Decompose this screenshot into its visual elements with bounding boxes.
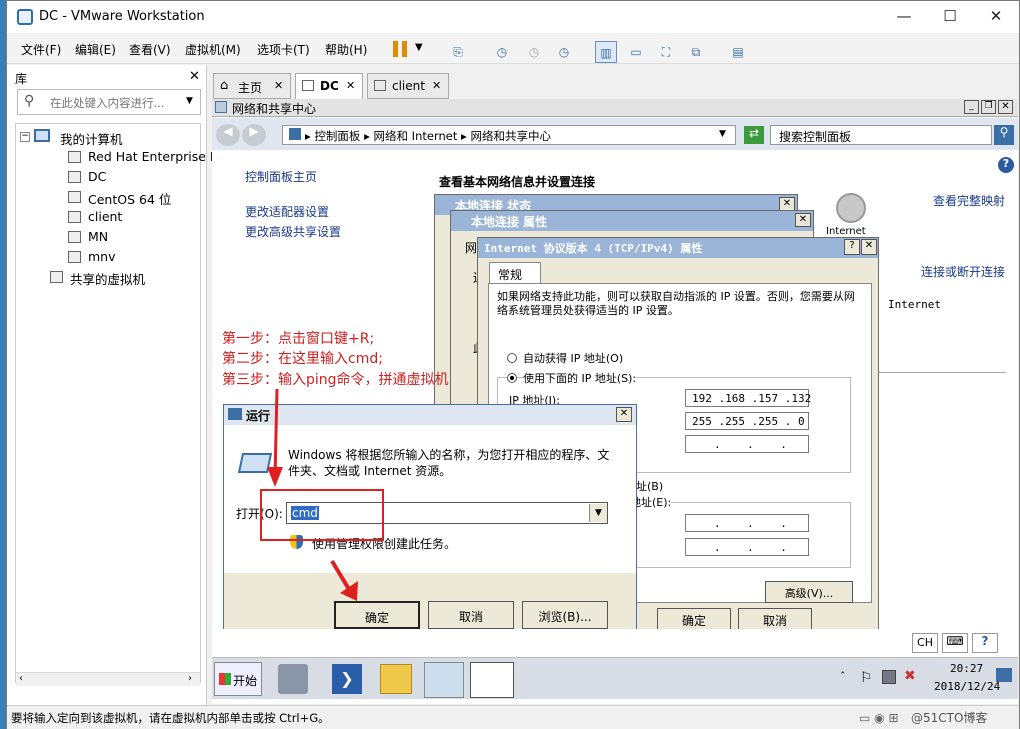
- fullscreen-icon[interactable]: ⛶: [655, 41, 677, 63]
- sidebar-toggle-icon[interactable]: ▥: [595, 41, 617, 63]
- vm-icon: [302, 80, 314, 91]
- chevron-up-icon[interactable]: ˆ: [840, 670, 846, 683]
- keyboard-lang[interactable]: CH: [912, 633, 938, 653]
- windows-logo-icon: [219, 673, 231, 685]
- desktop-strip: [0, 0, 6, 729]
- server-manager-icon[interactable]: [278, 664, 308, 694]
- guest-toolbar: CH ⌨ ?: [212, 629, 1018, 657]
- network-tray-icon[interactable]: [882, 670, 896, 684]
- shared-vm-icon: [50, 271, 63, 283]
- collapse-icon[interactable]: −: [20, 132, 30, 142]
- tab-home-label: 主页: [238, 81, 263, 95]
- vmware-logo-icon: [17, 9, 33, 25]
- close-button[interactable]: ✕: [973, 1, 1019, 33]
- start-button[interactable]: 开始: [214, 662, 262, 696]
- search-icon: ⚲: [24, 93, 35, 109]
- clock-time[interactable]: 20:27: [950, 662, 983, 675]
- menu-bar: 文件(F) 编辑(E) 查看(V) 虚拟机(M) 选项卡(T) 帮助(H) ▼ …: [7, 34, 1019, 64]
- library-search-input[interactable]: ⚲ 在此处键入内容进行... ▼: [17, 89, 201, 115]
- annotation-arrows: [267, 388, 358, 601]
- device-icons[interactable]: ▭ ◉ ⊞: [859, 711, 899, 725]
- close-icon[interactable]: ✕: [274, 79, 283, 92]
- clock-date[interactable]: 2018/12/24: [934, 680, 1000, 693]
- start-label: 开始: [233, 674, 258, 688]
- tab-dc[interactable]: DC ✕: [295, 73, 363, 99]
- close-icon[interactable]: ✕: [346, 79, 355, 92]
- pause-icon[interactable]: [393, 41, 407, 57]
- library-scrollbar[interactable]: ‹ ›: [16, 672, 200, 686]
- send-keys-icon[interactable]: ⎘: [447, 41, 469, 63]
- revert-snapshot-icon[interactable]: ◷: [523, 41, 545, 63]
- vm-icon: [68, 231, 81, 243]
- tree-item-redhat[interactable]: Red Hat Enterprise L: [88, 149, 217, 164]
- chevron-down-icon[interactable]: ▼: [186, 96, 193, 106]
- status-bar: 要将输入定向到该虚拟机，请在虚拟机内部单击或按 Ctrl+G。 ▭ ◉ ⊞ @5…: [7, 705, 1019, 729]
- powershell-icon[interactable]: ❯: [332, 664, 362, 694]
- menu-edit[interactable]: 编辑(E): [75, 41, 116, 58]
- tab-client-label: client: [392, 79, 425, 93]
- tab-home[interactable]: ⌂ 主页 ✕: [213, 73, 291, 99]
- chevron-down-icon[interactable]: ▼: [415, 42, 423, 53]
- vm-tree: − 我的计算机 Red Hat Enterprise L DC CentOS 6…: [15, 123, 217, 686]
- vm-icon: [374, 80, 386, 91]
- tab-dc-label: DC: [320, 79, 339, 93]
- tree-item-mnv[interactable]: mnv: [88, 249, 116, 264]
- library-title: 库: [15, 72, 28, 86]
- menu-file[interactable]: 文件(F): [21, 41, 61, 58]
- vm-icon: [68, 191, 81, 203]
- run-task-icon[interactable]: [470, 662, 514, 698]
- tree-shared[interactable]: 共享的虚拟机: [70, 269, 145, 288]
- menu-tabs[interactable]: 选项卡(T): [257, 41, 310, 58]
- network-app-icon[interactable]: [424, 662, 464, 698]
- guest-screen[interactable]: 网络和共享中心 _ ❐ ✕ ◀ ▶ ▸ 控制面板 ▸ 网络和 Internet …: [212, 99, 1018, 704]
- volume-icon[interactable]: ✖: [904, 668, 916, 684]
- console-view-icon[interactable]: ▭: [625, 41, 647, 63]
- library-panel: 库 ✕ ⚲ 在此处键入内容进行... ▼ − 我的计算机 Red Hat Ent…: [7, 65, 217, 707]
- vm-icon: [68, 251, 81, 263]
- help-icon[interactable]: ?: [972, 633, 998, 653]
- guest-taskbar: 开始 ❯ ˆ ⚐ ✖ 20:27 2018/12/24: [212, 657, 1018, 699]
- keyboard-icon[interactable]: ⌨: [942, 633, 968, 653]
- snapshot-manager-icon[interactable]: ◷: [553, 41, 575, 63]
- thumbnail-icon[interactable]: ▤: [727, 41, 749, 63]
- explorer-icon[interactable]: [380, 664, 412, 694]
- vm-icon: [68, 211, 81, 223]
- close-icon[interactable]: ✕: [432, 79, 441, 92]
- vm-icon: [68, 171, 81, 183]
- watermark: @51CTO博客: [911, 711, 988, 725]
- tree-item-dc[interactable]: DC: [88, 169, 106, 184]
- tab-client[interactable]: client ✕: [367, 73, 449, 99]
- maximize-button[interactable]: ☐: [927, 1, 973, 33]
- menu-view[interactable]: 查看(V): [129, 41, 171, 58]
- unity-icon[interactable]: ⧉: [685, 41, 707, 63]
- vm-tabs: ⌂ 主页 ✕ DC ✕ client ✕: [213, 71, 1019, 99]
- menu-vm[interactable]: 虚拟机(M): [185, 41, 241, 58]
- vmware-window: DC - VMware Workstation — ☐ ✕ 文件(F) 编辑(E…: [6, 0, 1020, 729]
- tree-root[interactable]: 我的计算机: [60, 129, 123, 148]
- vm-icon: [68, 151, 81, 163]
- library-close-icon[interactable]: ✕: [189, 69, 200, 84]
- flag-icon[interactable]: ⚐: [860, 670, 873, 686]
- minimize-button[interactable]: —: [881, 1, 927, 33]
- home-icon: ⌂: [220, 78, 229, 93]
- window-title: DC - VMware Workstation: [39, 9, 205, 24]
- status-text: 要将输入定向到该虚拟机，请在虚拟机内部单击或按 Ctrl+G。: [11, 711, 330, 725]
- show-desktop-icon[interactable]: [996, 668, 1012, 682]
- tree-item-mn[interactable]: MN: [88, 229, 108, 244]
- tree-item-centos[interactable]: CentOS 64 位: [88, 189, 171, 208]
- title-bar: DC - VMware Workstation — ☐ ✕: [7, 1, 1019, 33]
- snapshot-icon[interactable]: ◷: [491, 41, 513, 63]
- computer-icon: [34, 129, 50, 142]
- menu-help[interactable]: 帮助(H): [325, 41, 367, 58]
- network-center-window: 网络和共享中心 _ ❐ ✕ ◀ ▶ ▸ 控制面板 ▸ 网络和 Internet …: [212, 99, 1018, 652]
- library-search-placeholder: 在此处键入内容进行...: [50, 96, 165, 110]
- tree-item-client[interactable]: client: [88, 209, 122, 224]
